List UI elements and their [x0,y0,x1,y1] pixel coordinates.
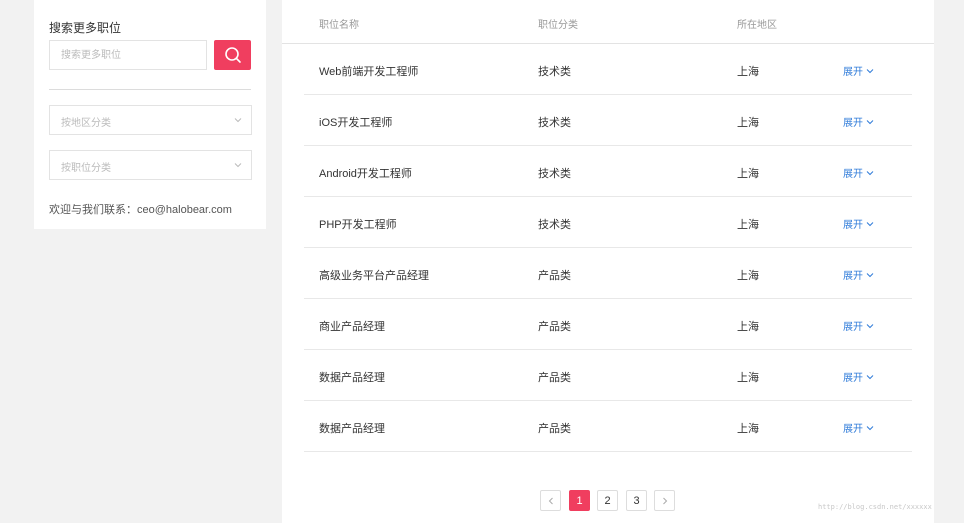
table-row: 数据产品经理 产品类 上海 展开 [304,350,912,401]
table-row: Android开发工程师 技术类 上海 展开 [304,146,912,197]
prev-page-button[interactable] [540,490,561,511]
expand-button[interactable]: 展开 [843,369,875,384]
job-location: 上海 [737,117,759,129]
expand-label: 展开 [843,424,863,435]
job-name: 数据产品经理 [319,423,385,435]
page-button-1[interactable]: 1 [569,490,590,511]
chevron-left-icon [548,497,553,504]
job-category: 产品类 [538,270,571,282]
job-location: 上海 [737,270,759,282]
job-category: 技术类 [538,168,571,180]
page-button-3[interactable]: 3 [626,490,647,511]
expand-button[interactable]: 展开 [843,267,875,282]
expand-button[interactable]: 展开 [843,420,875,435]
search-button[interactable] [214,40,251,70]
job-category: 产品类 [538,372,571,384]
sidebar-divider [49,89,251,90]
job-name: 商业产品经理 [319,321,385,333]
watermark: http://blog.csdn.net/xxxxxx [818,503,932,511]
sidebar-title: 搜索更多职位 [49,21,122,35]
region-select-placeholder: 按地区分类 [61,118,111,129]
job-name: 数据产品经理 [319,372,385,384]
sidebar: 搜索更多职位 按地区分类 按职位分类 欢迎与我们联系：ceo@halobear.… [34,0,266,229]
job-name: 高级业务平台产品经理 [319,270,429,282]
job-name: Android开发工程师 [319,168,412,180]
category-select[interactable]: 按职位分类 [49,150,252,180]
table-header: 职位名称 职位分类 所在地区 [282,0,934,44]
expand-label: 展开 [843,220,863,231]
job-name: Web前端开发工程师 [319,66,419,78]
chevron-down-icon [234,163,242,168]
chevron-down-icon [866,119,874,124]
chevron-down-icon [866,323,874,328]
job-category: 技术类 [538,117,571,129]
header-job-name: 职位名称 [319,20,359,31]
header-job-category: 职位分类 [538,20,578,31]
expand-label: 展开 [843,373,863,384]
expand-label: 展开 [843,169,863,180]
job-name: iOS开发工程师 [319,117,393,129]
expand-button[interactable]: 展开 [843,216,875,231]
chevron-down-icon [866,374,874,379]
chevron-down-icon [234,118,242,123]
expand-label: 展开 [843,322,863,333]
chevron-right-icon [662,497,667,504]
expand-button[interactable]: 展开 [843,318,875,333]
table-row: 数据产品经理 产品类 上海 展开 [304,401,912,452]
table-row: Web前端开发工程师 技术类 上海 展开 [304,44,912,95]
job-location: 上海 [737,168,759,180]
expand-label: 展开 [843,118,863,129]
chevron-down-icon [866,425,874,430]
job-name: PHP开发工程师 [319,219,397,231]
expand-button[interactable]: 展开 [843,165,875,180]
job-location: 上海 [737,321,759,333]
expand-label: 展开 [843,271,863,282]
next-page-button[interactable] [654,490,675,511]
job-list-panel: 职位名称 职位分类 所在地区 Web前端开发工程师 技术类 上海 展开 iOS开发工程师… [282,0,934,523]
chevron-down-icon [866,68,874,73]
expand-button[interactable]: 展开 [843,114,875,129]
search-input[interactable] [49,40,207,70]
page-button-2[interactable]: 2 [597,490,618,511]
job-location: 上海 [737,372,759,384]
table-row: iOS开发工程师 技术类 上海 展开 [304,95,912,146]
contact-text: 欢迎与我们联系：ceo@halobear.com [49,204,232,216]
category-select-placeholder: 按职位分类 [61,163,111,174]
search-icon [224,47,241,63]
job-location: 上海 [737,423,759,435]
region-select[interactable]: 按地区分类 [49,105,252,135]
expand-button[interactable]: 展开 [843,63,875,78]
job-category: 技术类 [538,66,571,78]
table-row: 高级业务平台产品经理 产品类 上海 展开 [304,248,912,299]
header-location: 所在地区 [737,20,777,31]
job-category: 产品类 [538,321,571,333]
job-category: 技术类 [538,219,571,231]
chevron-down-icon [866,221,874,226]
table-row: 商业产品经理 产品类 上海 展开 [304,299,912,350]
chevron-down-icon [866,272,874,277]
job-location: 上海 [737,66,759,78]
table-row: PHP开发工程师 技术类 上海 展开 [304,197,912,248]
chevron-down-icon [866,170,874,175]
job-category: 产品类 [538,423,571,435]
job-location: 上海 [737,219,759,231]
expand-label: 展开 [843,67,863,78]
